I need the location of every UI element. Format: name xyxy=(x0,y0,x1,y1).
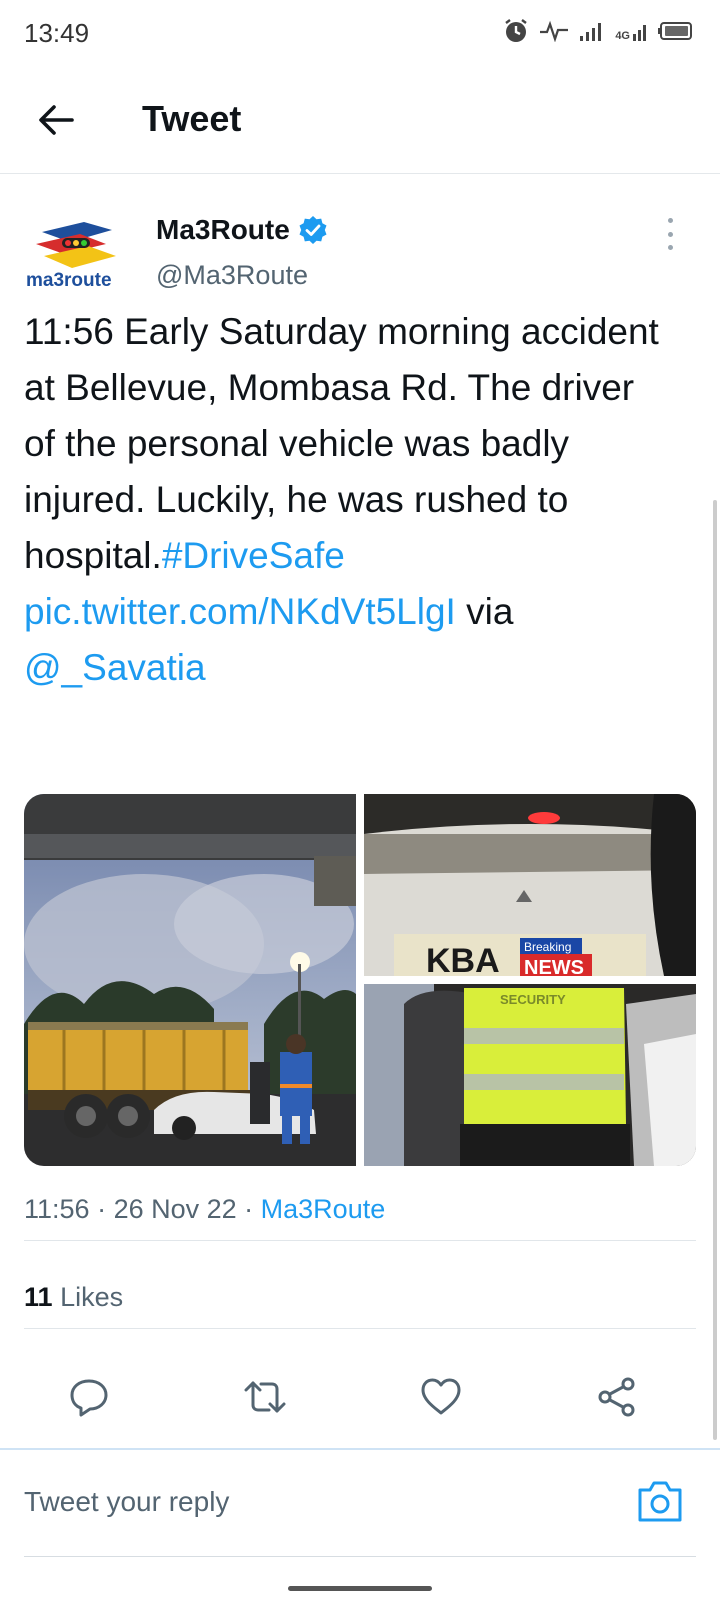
status-icons: 4G xyxy=(503,18,694,44)
author-handle[interactable]: @Ma3Route xyxy=(156,260,308,291)
reply-input[interactable]: Tweet your reply xyxy=(24,1486,229,1518)
retweet-icon xyxy=(244,1381,286,1413)
likes-label: Likes xyxy=(60,1282,124,1312)
signal-icon xyxy=(580,23,602,41)
news-text: NEWS xyxy=(524,957,584,976)
tweet-time: 11:56 xyxy=(24,1194,90,1224)
share-icon xyxy=(598,1377,635,1417)
tweet-text: 11:56 Early Saturday morning accident at… xyxy=(24,304,674,696)
reply-icon xyxy=(70,1379,108,1417)
breaking-text: Breaking xyxy=(524,940,571,954)
divider xyxy=(24,1240,696,1241)
tweet-source[interactable]: Ma3Route xyxy=(261,1194,386,1224)
likes-number: 11 xyxy=(24,1282,53,1312)
like-button[interactable] xyxy=(418,1374,464,1420)
mention-link[interactable]: @_Savatia xyxy=(24,647,206,688)
media-photo-truck[interactable] xyxy=(24,794,356,1166)
status-time: 13:49 xyxy=(24,18,90,48)
pic-link[interactable]: pic.twitter.com/NKdVt5LlgI xyxy=(24,591,456,632)
media-photo-plate[interactable]: KBA Breaking NEWS xyxy=(364,794,696,976)
author-name[interactable]: Ma3Route xyxy=(156,214,328,246)
more-dot xyxy=(667,218,673,223)
divider xyxy=(24,1328,696,1329)
scrollbar[interactable] xyxy=(713,500,717,1440)
app-header: Tweet xyxy=(0,64,720,174)
media-photo-vest[interactable]: SECURITY xyxy=(364,984,696,1166)
camera-icon xyxy=(638,1481,682,1522)
signal-4g-icon: 4G xyxy=(615,20,648,42)
retweet-button[interactable] xyxy=(242,1374,288,1420)
ma3route-logo: ma3route xyxy=(26,222,116,291)
tweet-meta: 11:56 · 26 Nov 22 · Ma3Route xyxy=(24,1194,386,1224)
like-icon xyxy=(421,1378,461,1415)
network-label: 4G xyxy=(615,30,630,42)
reply-bar: Tweet your reply xyxy=(0,1450,720,1558)
back-button[interactable] xyxy=(30,94,82,146)
reply-button[interactable] xyxy=(66,1374,112,1420)
plate-text: KBA xyxy=(426,942,500,976)
arrow-left-icon xyxy=(39,105,74,135)
status-bar: 13:49 4G xyxy=(0,0,720,64)
tweet-date: 26 Nov 22 xyxy=(113,1194,237,1224)
vest-text: SECURITY xyxy=(500,992,566,1007)
logo-text: ma3route xyxy=(26,270,112,291)
reply-underline xyxy=(24,1556,696,1557)
media-grid: KBA Breaking NEWS SECURITY xyxy=(24,794,696,1166)
hashtag-link[interactable]: #DriveSafe xyxy=(162,535,345,576)
author-name-text: Ma3Route xyxy=(156,214,290,245)
share-button[interactable] xyxy=(594,1374,640,1420)
tweet-actions xyxy=(0,1360,720,1432)
more-options-button[interactable] xyxy=(656,214,684,254)
camera-button[interactable] xyxy=(636,1478,684,1524)
verified-badge-icon xyxy=(299,216,327,244)
via-text: via xyxy=(455,591,514,632)
battery-icon xyxy=(658,22,692,40)
likes-count[interactable]: 11 Likes xyxy=(24,1282,123,1313)
alarm-icon xyxy=(505,19,528,42)
tweet-author: ma3route Ma3Route @Ma3Route xyxy=(0,200,720,300)
more-dot xyxy=(667,231,673,237)
home-indicator[interactable] xyxy=(288,1586,432,1591)
activity-icon xyxy=(540,20,569,42)
more-dot xyxy=(667,245,673,250)
page-title: Tweet xyxy=(142,98,242,139)
avatar[interactable]: ma3route xyxy=(24,210,130,300)
